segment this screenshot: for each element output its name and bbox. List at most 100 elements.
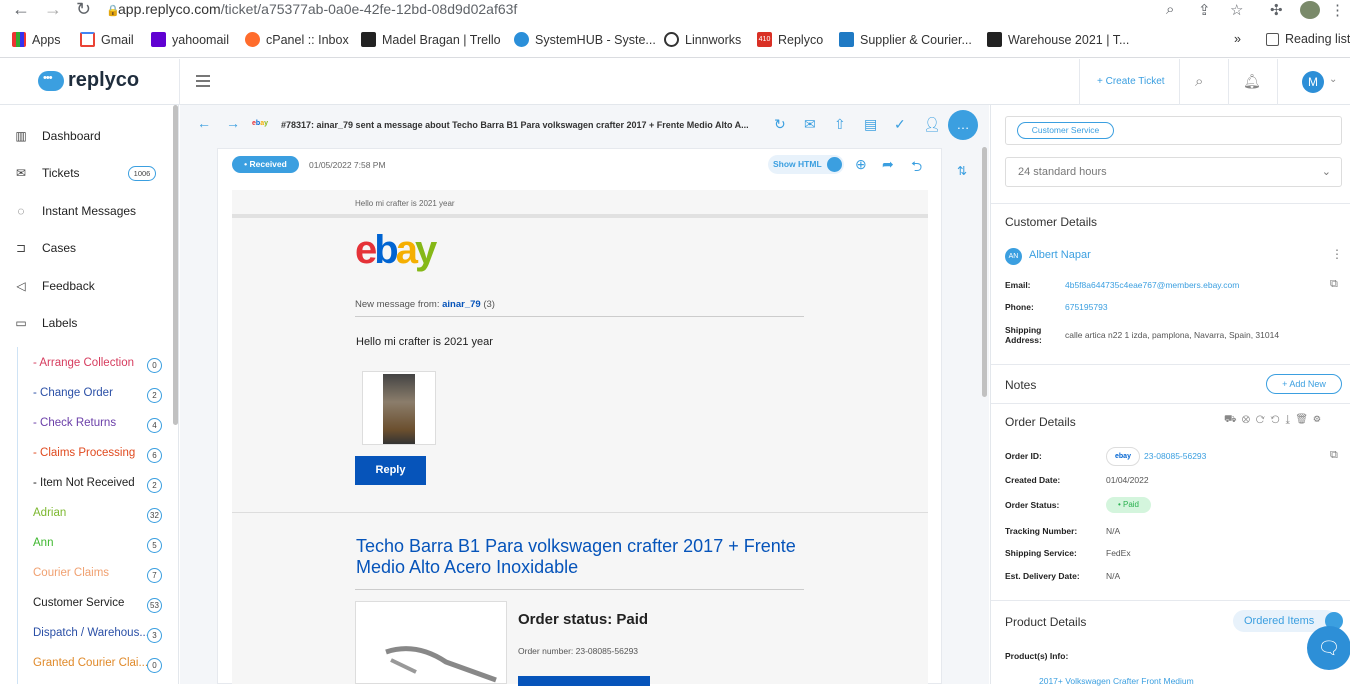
toggle-label: Show HTML xyxy=(773,159,822,169)
attachment-image xyxy=(383,374,415,444)
sidebar-scrollbar[interactable] xyxy=(173,105,178,425)
resolve-check-icon[interactable]: ✓ xyxy=(894,116,906,133)
forward-arrow-icon[interactable]: → xyxy=(226,115,240,131)
extensions-icon[interactable]: ✣ xyxy=(1270,1,1283,19)
bookmark-cpanel[interactable]: cPanel :: Inbox xyxy=(245,32,349,47)
label-item[interactable]: Courier Claims xyxy=(33,567,109,579)
label-item[interactable]: - Item Not Received xyxy=(33,477,135,489)
nav-dashboard[interactable]: ▥ Dashboard xyxy=(14,129,100,143)
star-icon[interactable]: ☆ xyxy=(1230,1,1243,19)
chat-icon: ◌ xyxy=(17,204,25,218)
products-info-label: Product(s) Info: xyxy=(1005,651,1069,661)
chat-bubble-icon[interactable]: … xyxy=(948,110,978,140)
label-item[interactable]: Ann xyxy=(33,537,53,549)
mail-icon: ✉ xyxy=(15,166,27,180)
chevron-down-icon: ⌄ xyxy=(1321,166,1331,178)
label-item[interactable]: Dispatch / Warehous... xyxy=(33,627,149,639)
user-avatar[interactable]: M xyxy=(1302,71,1324,93)
label-item[interactable]: - Check Returns xyxy=(33,417,116,429)
address-bar[interactable]: app.replyco.com/ticket/a75377ab-0a0e-42f… xyxy=(118,0,517,18)
nav-labels[interactable]: ▭ Labels xyxy=(14,316,77,330)
bell-icon[interactable]: 🔔︎ xyxy=(1243,73,1261,90)
customer-phone[interactable]: 675195793 xyxy=(1065,302,1108,312)
bookmark-label: Linnworks xyxy=(685,32,742,47)
tag-chip[interactable]: Customer Service xyxy=(1017,122,1114,139)
order-id-link[interactable]: 23-08085-56293 xyxy=(1144,451,1206,461)
bookmark-yahoomail[interactable]: yahoomail xyxy=(151,32,229,47)
order-action-icons[interactable]: ⛟⊗⟳⟲⤓🗑⚙ xyxy=(1224,414,1326,427)
assign-user-icon[interactable]: 👤︎ xyxy=(923,116,941,133)
reload-icon[interactable]: ↻ xyxy=(76,0,91,18)
reading-list[interactable]: Reading list xyxy=(1266,32,1350,46)
label-item[interactable]: - Claims Processing xyxy=(33,447,135,459)
menu-icon[interactable]: ⋮ xyxy=(1330,1,1345,19)
customer-name-link[interactable]: Albert Napar xyxy=(1029,249,1091,261)
sender-link[interactable]: ainar_79 xyxy=(442,299,481,310)
linnworks-icon xyxy=(664,32,679,47)
forward-icon[interactable]: ➦ xyxy=(882,156,894,173)
copy-icon[interactable]: ⧉ xyxy=(1330,278,1338,291)
archive-icon[interactable]: ▤ xyxy=(864,116,877,133)
product-details-title: Product Details xyxy=(1005,615,1087,629)
shipping-service-label: Shipping Service: xyxy=(1005,548,1077,558)
order-details-title: Order Details xyxy=(1005,415,1076,429)
label-item[interactable]: - Arrange Collection xyxy=(33,357,134,369)
nav-cases[interactable]: ⊐ Cases xyxy=(14,241,76,255)
label-count-badge: 32 xyxy=(147,508,162,523)
refresh-icon[interactable]: ↻ xyxy=(774,116,786,133)
more-options-icon[interactable]: ⋮ xyxy=(1331,247,1343,261)
divider xyxy=(991,364,1350,365)
customer-email[interactable]: 4b5f8a644735c4eae767@members.ebay.com xyxy=(1065,280,1239,290)
profile-avatar[interactable] xyxy=(1300,1,1320,19)
replyco-logo[interactable]: replyco xyxy=(38,69,139,92)
bookmark-systemhub[interactable]: SystemHUB - Syste... xyxy=(514,32,656,47)
label-item[interactable]: Customer Service xyxy=(33,597,124,609)
copy-icon[interactable]: ⧉ xyxy=(1330,449,1338,462)
mail-icon[interactable]: ✉ xyxy=(804,116,816,133)
create-ticket-button[interactable]: + Create Ticket xyxy=(1097,76,1165,87)
bookmark-warehouse[interactable]: Warehouse 2021 | T... xyxy=(987,32,1129,47)
return-icon[interactable]: ⮌ xyxy=(911,156,922,180)
share-icon[interactable]: ⇪ xyxy=(1198,1,1211,19)
bookmark-linnworks[interactable]: Linnworks xyxy=(664,32,741,47)
nav-instant-messages[interactable]: ◌ Instant Messages xyxy=(14,204,136,218)
search-icon[interactable]: ⌕ xyxy=(1195,73,1203,90)
escalate-icon[interactable]: ⇧ xyxy=(834,116,846,133)
back-arrow-icon[interactable]: ← xyxy=(197,115,211,131)
globe-icon[interactable]: ⊕ xyxy=(855,156,867,173)
product-link[interactable]: 2017+ Volkswagen Crafter Front Medium xyxy=(1039,676,1194,686)
reply-button[interactable]: Reply xyxy=(355,456,426,485)
bookmark-apps[interactable]: Apps xyxy=(12,32,61,47)
label-item[interactable]: - Change Order xyxy=(33,387,113,399)
bookmark-trello[interactable]: Madel Bragan | Trello xyxy=(361,32,501,47)
product-image[interactable] xyxy=(355,601,507,684)
labels-tree-line xyxy=(17,347,18,684)
add-note-button[interactable]: + Add New xyxy=(1266,374,1342,394)
attachment-thumbnail[interactable] xyxy=(362,371,436,445)
chevron-down-icon[interactable]: ⌄ xyxy=(1329,74,1337,85)
bookmark-supplier[interactable]: Supplier & Courier... xyxy=(839,32,972,47)
show-html-toggle[interactable]: Show HTML xyxy=(768,155,844,174)
back-arrow-icon[interactable]: ← xyxy=(12,0,30,18)
customer-avatar: AN xyxy=(1005,248,1022,265)
view-order-button[interactable] xyxy=(518,676,650,686)
product-title-link[interactable]: Techo Barra B1 Para volkswagen crafter 2… xyxy=(356,536,816,578)
sla-select[interactable]: 24 standard hours ⌄ xyxy=(1005,157,1342,187)
divider xyxy=(991,203,1350,204)
nav-tickets[interactable]: ✉ Tickets xyxy=(14,166,80,180)
ticket-scrollbar[interactable] xyxy=(982,147,987,397)
bookmark-label: » xyxy=(1234,32,1241,46)
sort-icon[interactable]: ⇅ xyxy=(957,164,967,178)
forward-arrow-icon[interactable]: → xyxy=(44,0,62,18)
bookmark-replyco[interactable]: 410 Replyco xyxy=(757,32,823,47)
order-status-label: Order Status: xyxy=(1005,500,1060,510)
nav-feedback[interactable]: ◁ Feedback xyxy=(14,279,94,293)
delivery-date: N/A xyxy=(1106,571,1121,581)
label-item[interactable]: Adrian xyxy=(33,507,66,519)
bookmark-gmail[interactable]: Gmail xyxy=(80,32,134,47)
hamburger-menu-icon[interactable] xyxy=(196,75,210,90)
bookmarks-overflow[interactable]: » xyxy=(1234,32,1241,46)
chat-widget-button[interactable]: 🗨︎ xyxy=(1307,626,1350,670)
zoom-icon[interactable]: ⌕ xyxy=(1166,1,1174,18)
label-item[interactable]: Granted Courier Clai... xyxy=(33,657,148,669)
